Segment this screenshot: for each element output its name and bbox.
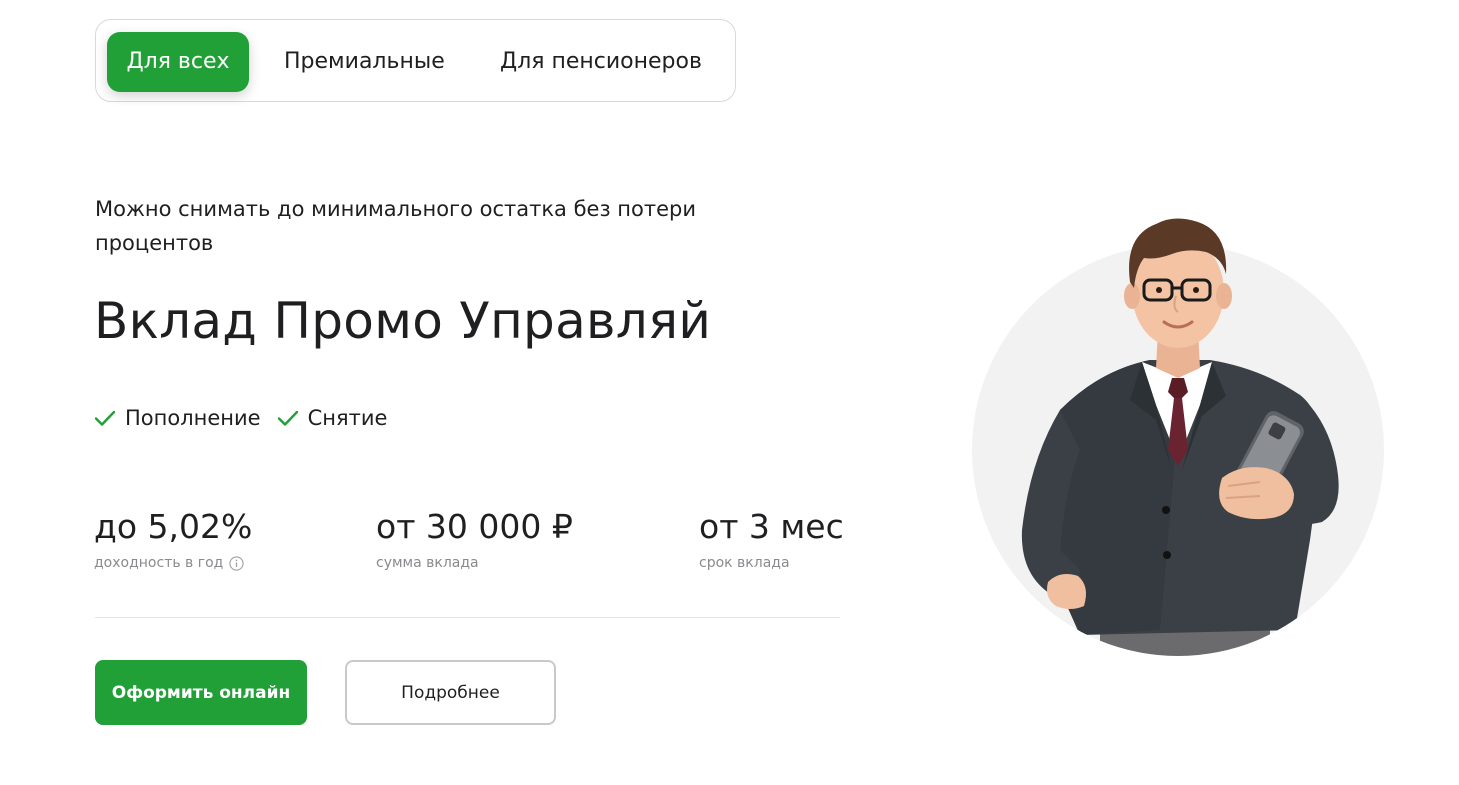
stat-amount-label: сумма вклада — [376, 555, 479, 571]
deposit-title: Вклад Промо Управляй — [94, 292, 712, 350]
apply-online-button[interactable]: Оформить онлайн — [95, 660, 307, 725]
stat-rate-label: доходность в год — [94, 555, 224, 571]
stat-term-label: срок вклада — [699, 555, 790, 571]
info-icon[interactable] — [229, 555, 244, 571]
tab-for-pensioners[interactable]: Для пенсионеров — [500, 32, 702, 92]
more-details-button[interactable]: Подробнее — [345, 660, 556, 725]
stat-amount-value: от 30 000 ₽ — [376, 507, 573, 546]
check-icon — [94, 410, 116, 426]
divider — [95, 617, 840, 618]
stat-term-value: от 3 мес — [699, 507, 844, 546]
tab-for-everyone[interactable]: Для всех — [107, 32, 249, 92]
stat-rate-label-row: доходность в год — [94, 555, 252, 571]
feature-label: Снятие — [307, 406, 388, 430]
deposit-category-tabs: Для всех Премиальные Для пенсионеров — [95, 19, 736, 102]
feature-label: Пополнение — [125, 406, 261, 430]
stat-rate: до 5,02% доходность в год — [94, 505, 252, 571]
stat-rate-value: до 5,02% — [94, 507, 253, 546]
feature-list: Пополнение Снятие — [94, 402, 403, 434]
check-icon — [277, 410, 298, 426]
feature-item-replenishment: Пополнение — [94, 406, 261, 430]
deposit-subtitle: Можно снимать до минимального остатка бе… — [95, 197, 696, 255]
feature-item-withdrawal: Снятие — [277, 406, 388, 430]
stat-amount: от 30 000 ₽ сумма вклада — [376, 505, 573, 571]
stat-term: от 3 мес срок вклада — [699, 505, 844, 571]
businessman-with-phone-illustration — [972, 218, 1384, 656]
tab-premium[interactable]: Премиальные — [284, 32, 445, 92]
